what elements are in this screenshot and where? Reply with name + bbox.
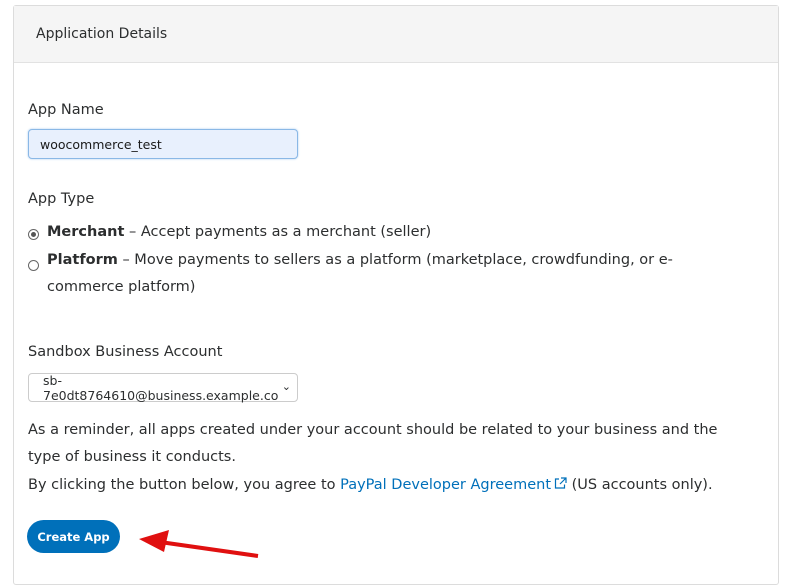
- merchant-name: Merchant: [47, 224, 125, 240]
- platform-name: Platform: [47, 252, 118, 268]
- agreement-prefix: By clicking the button below, you agree …: [28, 477, 341, 493]
- external-link-icon: [554, 477, 567, 489]
- app-name-input[interactable]: [28, 129, 298, 159]
- reminder-text: As a reminder, all apps created under yo…: [28, 422, 718, 465]
- sandbox-account-value: sb-7e0dt8764610@business.example.co: [43, 372, 279, 403]
- app-name-label: App Name: [28, 102, 104, 118]
- create-app-button[interactable]: Create App: [27, 520, 120, 553]
- chevron-down-icon: ⌄: [281, 380, 291, 393]
- agreement-text: By clicking the button below, you agree …: [28, 472, 768, 499]
- sandbox-account-select[interactable]: sb-7e0dt8764610@business.example.co ⌄: [28, 372, 298, 403]
- radio-platform-text: Platform – Move payments to sellers as a…: [47, 247, 728, 301]
- annotation-arrow-icon: [139, 530, 259, 558]
- app-type-label: App Type: [28, 191, 95, 207]
- developer-agreement-link-text: PayPal Developer Agreement: [340, 477, 552, 493]
- platform-desc: – Move payments to sellers as a platform…: [47, 252, 673, 295]
- radio-merchant[interactable]: Merchant – Accept payments as a merchant…: [28, 224, 431, 240]
- merchant-desc: – Accept payments as a merchant (seller): [124, 224, 432, 240]
- radio-platform[interactable]: Platform – Move payments to sellers as a…: [28, 251, 728, 305]
- agreement-suffix: (US accounts only).: [567, 477, 713, 493]
- application-details-card: Application Details App Name App Type Me…: [13, 5, 779, 585]
- card-header: Application Details: [14, 6, 778, 63]
- radio-merchant-button[interactable]: [28, 229, 39, 240]
- developer-agreement-link[interactable]: PayPal Developer Agreement: [340, 477, 567, 493]
- radio-merchant-text: Merchant – Accept payments as a merchant…: [47, 224, 431, 240]
- radio-platform-button[interactable]: [28, 260, 39, 271]
- sandbox-account-label: Sandbox Business Account: [28, 344, 223, 360]
